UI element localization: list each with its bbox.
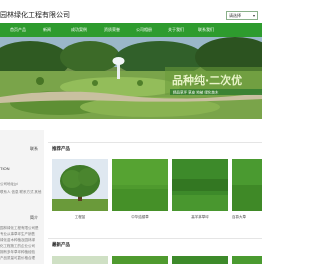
sidebar-intro-line: 绿化苗木种植及园林绿 — [0, 238, 35, 242]
product-caption[interactable]: 中华结缕草 — [112, 215, 168, 220]
latest-products-row — [52, 256, 262, 264]
recommended-products-title: 推荐产品 — [52, 146, 70, 151]
product-card[interactable]: 工程苗 — [52, 159, 108, 221]
sidebar-intro-line: 化工程施工的企业公司 — [0, 244, 35, 248]
product-card[interactable]: 百慕大草 — [232, 159, 262, 221]
nav-item-honors[interactable]: 资质荣誉 — [104, 23, 120, 37]
product-image[interactable] — [112, 159, 168, 211]
product-image[interactable] — [172, 159, 228, 211]
nav-item-news[interactable]: 新闻 — [43, 23, 51, 37]
product-image[interactable] — [232, 256, 262, 264]
nav-item-cases[interactable]: 成功案例 — [71, 23, 87, 37]
banner-sub-text: 精品草坪 草皮 地被 绿化苗木 — [173, 90, 219, 95]
sidebar-intro-line: 园林绿化工程有限公司是 — [0, 226, 39, 230]
site-title: 园林绿化工程有限公司 — [0, 12, 70, 19]
product-caption[interactable]: 工程苗 — [52, 215, 108, 220]
grass-image — [112, 159, 168, 211]
chevron-down-icon: ▾ — [252, 13, 255, 18]
product-image[interactable] — [232, 159, 262, 211]
product-card[interactable]: 中华结缕草 — [112, 159, 168, 221]
main-nav: 首页产品 新闻 成功案例 资质荣誉 公司相册 关于我们 联系我们 — [0, 23, 262, 37]
product-caption[interactable]: 百慕大草 — [232, 215, 262, 220]
language-select-value: 请选择 — [229, 13, 241, 18]
sidebar-contact-label: TION — [0, 166, 10, 171]
hero-banner: 品种纯·二次优 精品草坪 草皮 地被 绿化苗木 — [0, 37, 262, 119]
sidebar-contact-line1: 公司地址(yi — [0, 182, 18, 186]
product-image[interactable] — [52, 256, 108, 264]
section-divider — [48, 142, 262, 143]
lawn-image — [232, 159, 262, 211]
sidebar-contact-line2: 联系人 信息 联系方式 其他 — [0, 190, 42, 194]
product-image[interactable] — [112, 256, 168, 264]
sidebar-intro-line: 产品质量可靠价格合理 — [0, 256, 35, 260]
latest-products-title: 最新产品 — [52, 242, 70, 247]
site-header: 园林绿化工程有限公司 请选择 ▾ — [0, 0, 262, 23]
nav-item-contact[interactable]: 联系我们 — [198, 23, 214, 37]
nav-item-about[interactable]: 关于我们 — [168, 23, 184, 37]
turf-image — [172, 159, 228, 211]
garden-banner-image: 品种纯·二次优 精品草坪 草皮 地被 绿化苗木 — [0, 37, 262, 119]
product-image[interactable] — [52, 159, 108, 211]
sidebar-intro-line: 拥有多年草坪种植经验 — [0, 250, 35, 254]
sidebar-contact-title: 联系 — [30, 146, 38, 151]
section-divider — [48, 238, 262, 239]
sidebar: 联系 TION 公司地址(yi 联系人 信息 联系方式 其他 简介 园林绿化工程… — [0, 130, 44, 264]
nav-item-home[interactable]: 首页产品 — [10, 23, 26, 37]
sidebar-intro-line: 专业从事草坪生产销售 — [0, 232, 35, 236]
product-image[interactable] — [172, 256, 228, 264]
language-select[interactable]: 请选择 ▾ — [226, 11, 258, 20]
sidebar-intro-title: 简介 — [30, 215, 38, 220]
product-caption[interactable]: 高羊茅草坪 — [172, 215, 228, 220]
product-card[interactable]: 高羊茅草坪 — [172, 159, 228, 221]
nav-item-album[interactable]: 公司相册 — [136, 23, 152, 37]
tree-image — [52, 159, 108, 211]
banner-overlay-text: 品种纯·二次优 — [172, 73, 242, 87]
